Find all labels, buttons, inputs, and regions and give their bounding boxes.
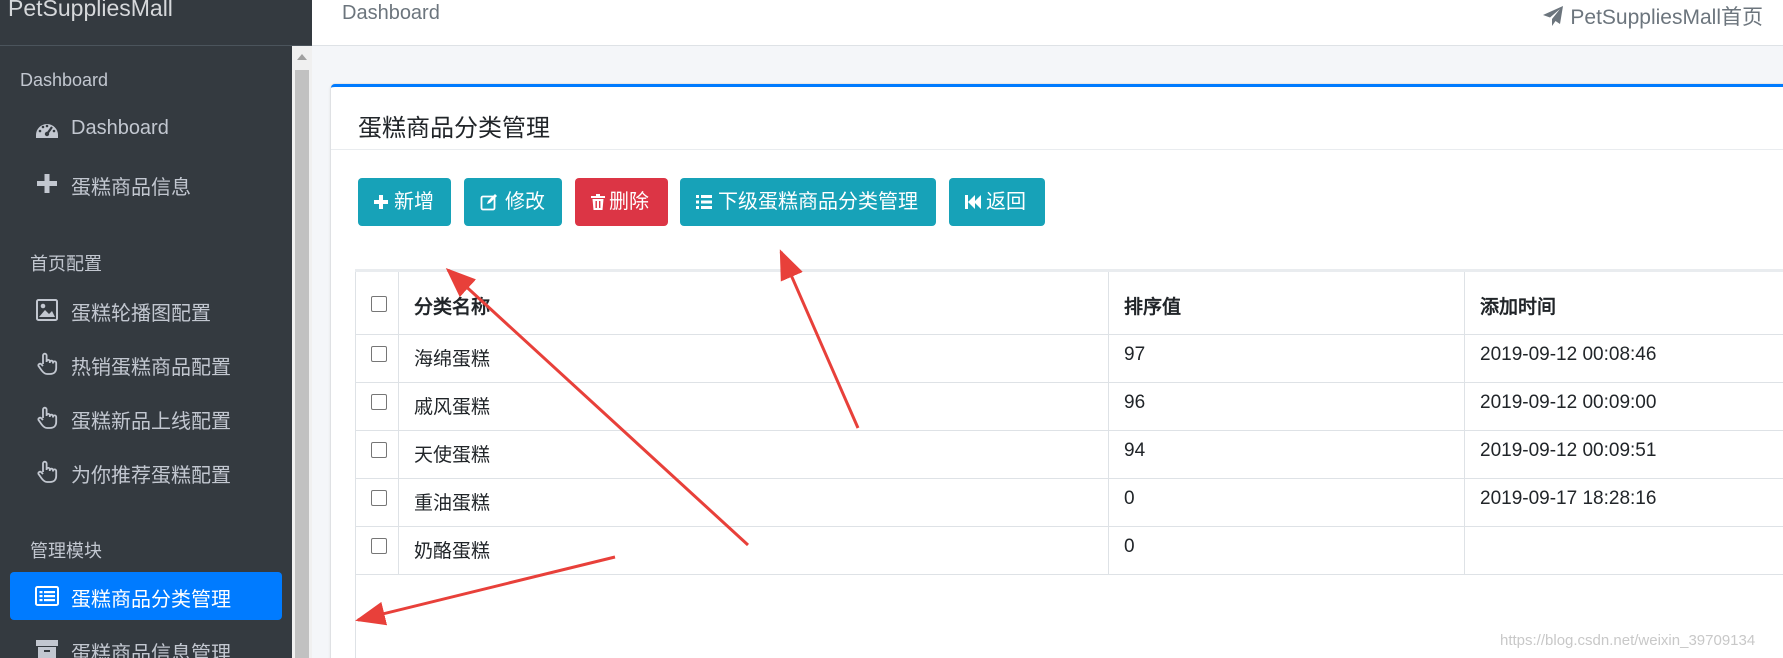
- sidebar-item-label: 热销蛋糕商品配置: [71, 357, 231, 379]
- trash-icon: [591, 194, 605, 210]
- edit-button[interactable]: 修改: [464, 178, 562, 226]
- sidebar: PetSuppliesMall Dashboard Dashboard 蛋糕商品…: [0, 0, 312, 658]
- table-row[interactable]: 天使蛋糕 94 2019-09-12 00:09:51: [355, 431, 1783, 479]
- add-button-label: 新增: [394, 191, 434, 213]
- sidebar-item-carousel-config[interactable]: 蛋糕轮播图配置: [10, 286, 282, 334]
- row-select-cell: [355, 479, 399, 526]
- card-header: 蛋糕商品分类管理: [331, 87, 1783, 150]
- breadcrumb[interactable]: Dashboard: [342, 2, 440, 25]
- sidebar-item-new-config[interactable]: 蛋糕新品上线配置: [10, 394, 282, 442]
- brand-text: PetSuppliesMall: [8, 0, 173, 21]
- cell-rank: 96: [1109, 383, 1465, 430]
- sidebar-item-recommend-config[interactable]: 为你推荐蛋糕配置: [10, 448, 282, 496]
- sidebar-item-label: 为你推荐蛋糕配置: [71, 465, 231, 487]
- row-checkbox[interactable]: [371, 538, 387, 554]
- sidebar-item-label: 蛋糕新品上线配置: [71, 411, 231, 433]
- cell-time: 2019-09-17 18:28:16: [1480, 488, 1657, 509]
- plus-icon: [37, 174, 57, 193]
- sidebar-item-label: Dashboard: [71, 117, 169, 139]
- cell-time: [1465, 527, 1783, 574]
- row-checkbox[interactable]: [371, 346, 387, 362]
- table-header-row: 分类名称 排序值 添加时间: [355, 272, 1783, 335]
- hand-pointer-icon: [37, 352, 58, 375]
- brand[interactable]: PetSuppliesMall: [0, 0, 312, 46]
- sidebar-item-dashboard[interactable]: Dashboard: [10, 106, 282, 154]
- select-all-cell: [355, 272, 399, 334]
- nav-header-management: 管理模块: [30, 541, 102, 561]
- cell-name: 海绵蛋糕: [399, 335, 1109, 382]
- row-checkbox[interactable]: [371, 442, 387, 458]
- hand-pointer-icon: [37, 460, 58, 483]
- cell-name: 奶酪蛋糕: [399, 527, 1109, 574]
- cell-name: 戚风蛋糕: [399, 383, 1109, 430]
- row-select-cell: [355, 383, 399, 430]
- select-all-checkbox[interactable]: [371, 296, 387, 312]
- column-header-rank[interactable]: 排序值: [1109, 272, 1465, 334]
- backward-icon: [965, 195, 981, 209]
- table-row[interactable]: 重油蛋糕 0 2019-09-17 18:28:16: [355, 479, 1783, 527]
- row-checkbox[interactable]: [371, 394, 387, 410]
- delete-button[interactable]: 删除: [575, 178, 668, 226]
- archive-icon: [36, 640, 58, 658]
- edit-button-label: 修改: [505, 191, 545, 213]
- back-button[interactable]: 返回: [949, 178, 1045, 226]
- cell-name: 重油蛋糕: [399, 479, 1109, 526]
- sub-category-button[interactable]: 下级蛋糕商品分类管理: [680, 178, 936, 226]
- cell-time: 2019-09-12 00:09:00: [1480, 392, 1657, 413]
- sidebar-item-cake-info-management[interactable]: 蛋糕商品信息管理: [10, 626, 282, 658]
- edit-icon: [480, 194, 497, 211]
- cell-name: 天使蛋糕: [399, 431, 1109, 478]
- scroll-up-arrow-icon[interactable]: [292, 46, 312, 68]
- category-card: 蛋糕商品分类管理 新增 修改 删除 下级蛋糕商品分类管理 返回 分类名称 排序值…: [331, 84, 1783, 658]
- cell-rank: 0: [1109, 479, 1465, 526]
- row-checkbox[interactable]: [371, 490, 387, 506]
- sidebar-item-category-management[interactable]: 蛋糕商品分类管理: [10, 572, 282, 620]
- nav-header-dashboard: Dashboard: [20, 70, 109, 90]
- sidebar-item-cake-info[interactable]: 蛋糕商品信息: [10, 160, 282, 208]
- sidebar-scrollbar[interactable]: [292, 46, 312, 658]
- sidebar-item-label: 蛋糕商品信息: [71, 177, 191, 199]
- sub-category-button-label: 下级蛋糕商品分类管理: [718, 191, 918, 213]
- category-table: 分类名称 排序值 添加时间 海绵蛋糕 97 2019-09-12 00:08:4…: [355, 269, 1783, 658]
- sidebar-item-hot-config[interactable]: 热销蛋糕商品配置: [10, 340, 282, 388]
- sidebar-item-label: 蛋糕商品信息管理: [71, 643, 231, 658]
- plus-icon: [374, 195, 388, 209]
- cell-rank: 94: [1109, 431, 1465, 478]
- hand-pointer-icon: [37, 406, 58, 429]
- watermark: https://blog.csdn.net/weixin_39709134: [1500, 632, 1756, 649]
- sidebar-item-label: 蛋糕轮播图配置: [71, 303, 211, 325]
- image-icon: [36, 299, 58, 321]
- page-title: 蛋糕商品分类管理: [358, 115, 550, 142]
- cell-rank: 0: [1109, 527, 1465, 574]
- table-row[interactable]: 海绵蛋糕 97 2019-09-12 00:08:46: [355, 335, 1783, 383]
- table-row[interactable]: 奶酪蛋糕 0: [355, 527, 1783, 575]
- sidebar-item-label: 蛋糕商品分类管理: [71, 589, 231, 611]
- top-navbar: Dashboard PetSuppliesMall首页: [312, 0, 1783, 46]
- row-select-cell: [355, 527, 399, 574]
- delete-button-label: 删除: [609, 191, 649, 213]
- paper-plane-icon: [1543, 6, 1564, 26]
- list-alt-icon: [35, 586, 59, 606]
- cell-time: 2019-09-12 00:09:51: [1480, 440, 1657, 461]
- table-left-border: [355, 272, 356, 658]
- table-row[interactable]: 戚风蛋糕 96 2019-09-12 00:09:00: [355, 383, 1783, 431]
- cell-rank: 97: [1109, 335, 1465, 382]
- tachometer-icon: [36, 124, 58, 138]
- home-link-label: PetSuppliesMall首页: [1570, 6, 1763, 29]
- list-icon: [696, 195, 712, 209]
- row-select-cell: [355, 335, 399, 382]
- column-header-name[interactable]: 分类名称: [399, 272, 1109, 334]
- home-link[interactable]: PetSuppliesMall首页: [1542, 1, 1763, 31]
- add-button[interactable]: 新增: [358, 178, 451, 226]
- cell-time: 2019-09-12 00:08:46: [1480, 344, 1657, 365]
- back-button-label: 返回: [986, 191, 1026, 213]
- column-header-time[interactable]: 添加时间: [1465, 272, 1783, 334]
- scroll-thumb[interactable]: [295, 70, 309, 658]
- nav-header-home-config: 首页配置: [30, 254, 102, 274]
- row-select-cell: [355, 431, 399, 478]
